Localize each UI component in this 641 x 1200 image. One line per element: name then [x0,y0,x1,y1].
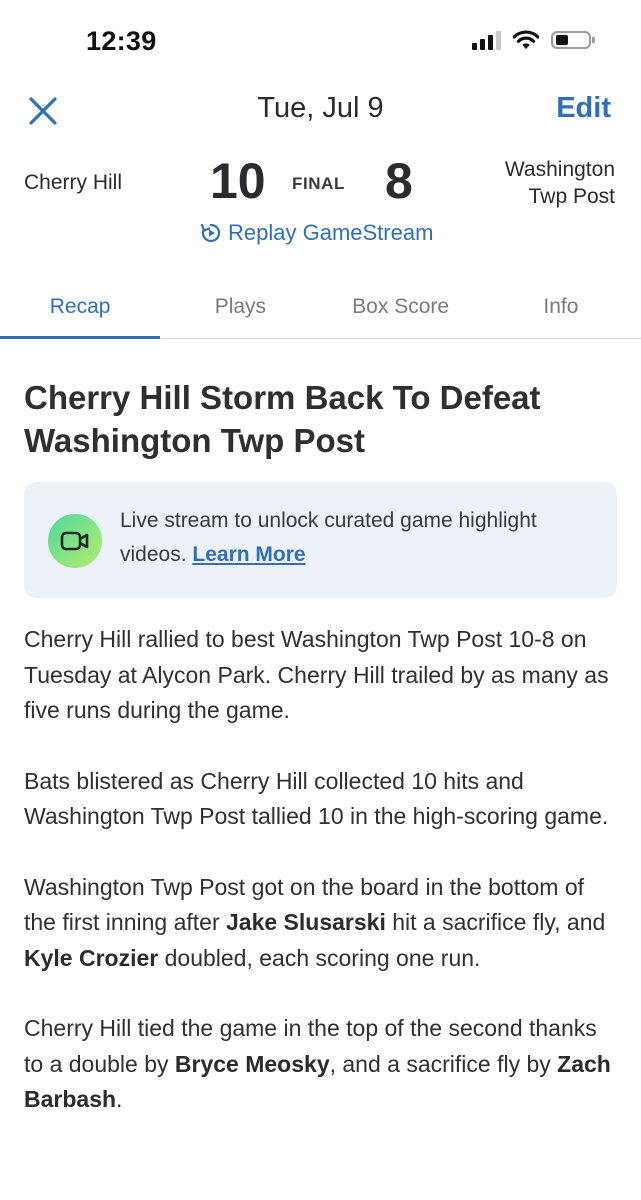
replay-label: Replay GameStream [228,220,434,245]
recap-text: hit a sacrifice fly, and [385,909,606,935]
battery-icon [551,31,595,49]
recap-paragraph: Bats blistered as Cherry Hill collected … [24,767,609,830]
promo-message: Live stream to unlock curated game highl… [120,509,537,566]
player-name: Kyle Crozier [24,944,159,971]
home-team-name: Cherry Hill [24,171,123,194]
recap-text: , and a sacrifice fly by [329,1050,558,1077]
edit-button[interactable]: Edit [556,92,611,125]
video-camera-icon [48,514,102,568]
status-icons [472,30,595,50]
recap-headline: Cherry Hill Storm Back To Defeat Washing… [24,379,541,459]
away-score: 8 [385,153,413,209]
away-team-name: Washington Twp Post [505,156,615,210]
away-team-line1: Washington [504,158,615,181]
status-time: 12:39 [86,26,157,56]
live-stream-promo: Live stream to unlock curated game highl… [24,482,617,598]
recap-text: . [116,1086,123,1112]
player-name: Bryce Meosky [174,1050,330,1077]
recap-paragraph: Cherry Hill rallied to best Washington T… [24,626,609,723]
game-status: FINAL [292,174,346,193]
tab-info[interactable]: Info [481,280,641,338]
player-name: Jake Slusarski [226,909,386,935]
replay-icon [200,223,221,243]
recap-article: Cherry Hill rallied to best Washington T… [24,622,620,1153]
tab-bar: Recap Plays Box Score Info [0,280,641,339]
tab-box-score[interactable]: Box Score [321,280,481,338]
replay-gamestream-link[interactable]: Replay GameStream [200,220,433,246]
recap-paragraph: Washington Twp Post got on the board in … [24,870,620,977]
home-score: 10 [210,153,266,209]
learn-more-link[interactable]: Learn More [192,543,305,566]
promo-text: Live stream to unlock curated game highl… [120,504,600,572]
recap-paragraph: Cherry Hill tied the game in the top of … [24,1011,620,1118]
close-button[interactable] [26,94,60,128]
signal-icon [472,30,501,50]
status-bar: 12:39 [0,0,641,90]
game-date: Tue, Jul 9 [257,92,384,124]
tab-recap[interactable]: Recap [0,280,161,339]
tab-plays[interactable]: Plays [160,280,320,338]
close-icon [29,97,57,125]
away-team-line2: Twp Post [528,185,615,208]
wifi-icon [513,30,539,49]
recap-text: doubled, each scoring one run. [158,944,481,971]
